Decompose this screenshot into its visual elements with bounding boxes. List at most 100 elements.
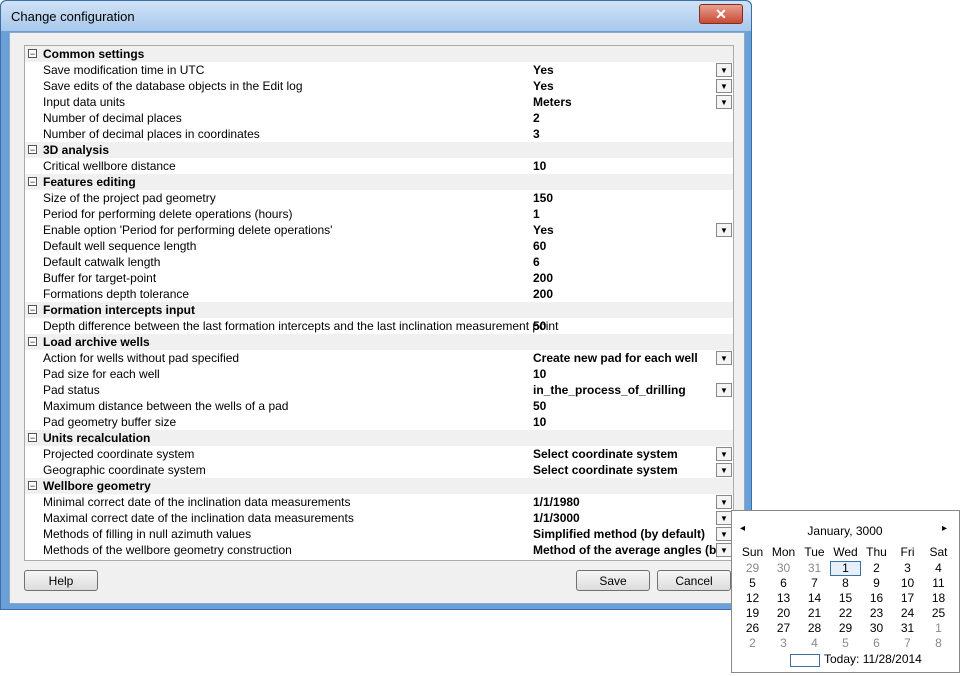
- calendar-day[interactable]: 3: [892, 561, 923, 576]
- property-value[interactable]: Yes: [533, 79, 719, 93]
- property-row[interactable]: Number of decimal places in coordinates 3: [25, 126, 733, 142]
- category-row[interactable]: − Wellbore geometry: [25, 478, 733, 494]
- calendar-day[interactable]: 1: [923, 621, 954, 636]
- calendar-day[interactable]: 14: [799, 591, 830, 606]
- calendar-day[interactable]: 16: [861, 591, 892, 606]
- property-value[interactable]: Meters: [533, 95, 719, 109]
- calendar-day[interactable]: 25: [923, 606, 954, 621]
- minus-box-icon[interactable]: −: [28, 145, 37, 155]
- property-value[interactable]: 10: [533, 415, 719, 429]
- property-row[interactable]: Pad status in_the_process_of_drilling ▼: [25, 382, 733, 398]
- calendar-day[interactable]: 18: [923, 591, 954, 606]
- calendar-day[interactable]: 29: [737, 561, 768, 576]
- calendar-day[interactable]: 5: [830, 636, 861, 651]
- chevron-down-icon[interactable]: ▼: [716, 527, 732, 541]
- property-value[interactable]: 60: [533, 239, 719, 253]
- calendar-day[interactable]: 4: [923, 561, 954, 576]
- property-row[interactable]: Default well sequence length 60: [25, 238, 733, 254]
- property-value[interactable]: Simplified method (by default): [533, 527, 719, 541]
- calendar-day[interactable]: 27: [768, 621, 799, 636]
- calendar-day[interactable]: 20: [768, 606, 799, 621]
- property-row[interactable]: Methods of the wellbore geometry constru…: [25, 542, 733, 558]
- close-button[interactable]: ✕: [699, 4, 743, 24]
- calendar-day[interactable]: 24: [892, 606, 923, 621]
- chevron-down-icon[interactable]: ▼: [716, 511, 732, 525]
- property-row[interactable]: Depth difference between the last format…: [25, 318, 733, 334]
- calendar-day[interactable]: 21: [799, 606, 830, 621]
- calendar-day[interactable]: 15: [830, 591, 861, 606]
- calendar-day[interactable]: 26: [737, 621, 768, 636]
- calendar-day[interactable]: 2: [737, 636, 768, 651]
- property-row[interactable]: Geographic coordinate system Select coord…: [25, 462, 733, 478]
- calendar-day[interactable]: 19: [737, 606, 768, 621]
- cancel-button[interactable]: Cancel: [657, 570, 731, 591]
- calendar-day[interactable]: 7: [799, 576, 830, 591]
- property-row[interactable]: Formations depth tolerance 200: [25, 286, 733, 302]
- property-row[interactable]: Save modification time in UTC Yes ▼: [25, 62, 733, 78]
- property-row[interactable]: Pad size for each well 10: [25, 366, 733, 382]
- chevron-down-icon[interactable]: ▼: [716, 223, 732, 237]
- property-value[interactable]: 1/1/1980: [533, 495, 719, 509]
- property-value[interactable]: 50: [533, 399, 719, 413]
- calendar-day[interactable]: 22: [830, 606, 861, 621]
- minus-box-icon[interactable]: −: [28, 177, 37, 187]
- property-value[interactable]: 1/1/3000: [533, 511, 719, 525]
- calendar-day[interactable]: 28: [799, 621, 830, 636]
- property-row[interactable]: Enable option 'Period for performing del…: [25, 222, 733, 238]
- chevron-down-icon[interactable]: ▼: [716, 543, 732, 557]
- chevron-down-icon[interactable]: ▼: [716, 383, 732, 397]
- property-value[interactable]: 1: [533, 207, 719, 221]
- save-button[interactable]: Save: [576, 570, 650, 591]
- category-row[interactable]: − Load archive wells: [25, 334, 733, 350]
- property-value[interactable]: 6: [533, 255, 719, 269]
- chevron-down-icon[interactable]: ▼: [716, 63, 732, 77]
- calendar-day[interactable]: 8: [830, 576, 861, 591]
- calendar-day[interactable]: 31: [892, 621, 923, 636]
- property-value[interactable]: 10: [533, 367, 719, 381]
- calendar-day[interactable]: 9: [861, 576, 892, 591]
- property-row[interactable]: Pad geometry buffer size 10: [25, 414, 733, 430]
- minus-box-icon[interactable]: −: [28, 49, 37, 59]
- chevron-down-icon[interactable]: ▼: [716, 447, 732, 461]
- category-row[interactable]: −3D analysis: [25, 142, 733, 158]
- calendar-day[interactable]: 12: [737, 591, 768, 606]
- calendar-day[interactable]: 13: [768, 591, 799, 606]
- chevron-down-icon[interactable]: ▼: [716, 95, 732, 109]
- category-row[interactable]: − Units recalculation: [25, 430, 733, 446]
- property-value[interactable]: 3: [533, 127, 719, 141]
- calendar-day[interactable]: 31: [799, 561, 830, 576]
- property-row[interactable]: Action for wells without pad specified Cr…: [25, 350, 733, 366]
- property-value[interactable]: Method of the average angles (by: [533, 543, 719, 557]
- property-value[interactable]: Select coordinate system: [533, 447, 719, 461]
- calendar-day[interactable]: 11: [923, 576, 954, 591]
- property-row[interactable]: Maximum distance between the wells of a …: [25, 398, 733, 414]
- minus-box-icon[interactable]: −: [28, 337, 37, 347]
- calendar-day[interactable]: 4: [799, 636, 830, 651]
- property-row[interactable]: Number of decimal places 2: [25, 110, 733, 126]
- calendar-day[interactable]: 30: [861, 621, 892, 636]
- category-row[interactable]: − Formation intercepts input: [25, 302, 733, 318]
- calendar-day[interactable]: 6: [861, 636, 892, 651]
- property-value[interactable]: Yes: [533, 63, 719, 77]
- calendar-day[interactable]: 6: [768, 576, 799, 591]
- chevron-down-icon[interactable]: ▼: [716, 463, 732, 477]
- title-bar[interactable]: Change configuration ✕: [1, 1, 751, 31]
- prev-month-icon[interactable]: ◂: [740, 523, 745, 534]
- property-value[interactable]: Select coordinate system: [533, 463, 719, 477]
- calendar-day[interactable]: 2: [861, 561, 892, 576]
- property-value[interactable]: 150: [533, 191, 719, 205]
- property-value[interactable]: 200: [533, 271, 719, 285]
- property-value[interactable]: 200: [533, 287, 719, 301]
- chevron-down-icon[interactable]: ▼: [716, 495, 732, 509]
- calendar-day[interactable]: 10: [892, 576, 923, 591]
- calendar-today-link[interactable]: Today: 11/28/2014: [824, 652, 922, 666]
- property-value[interactable]: Create new pad for each well: [533, 351, 719, 365]
- property-value[interactable]: in_the_process_of_drilling: [533, 383, 719, 397]
- property-row[interactable]: Critical wellbore distance 10: [25, 158, 733, 174]
- calendar-day[interactable]: 7: [892, 636, 923, 651]
- calendar-month-label[interactable]: January, 3000: [792, 524, 898, 538]
- chevron-down-icon[interactable]: ▼: [716, 351, 732, 365]
- property-value[interactable]: 2: [533, 111, 719, 125]
- property-row[interactable]: Save edits of the database objects in th…: [25, 78, 733, 94]
- category-row[interactable]: − Features editing: [25, 174, 733, 190]
